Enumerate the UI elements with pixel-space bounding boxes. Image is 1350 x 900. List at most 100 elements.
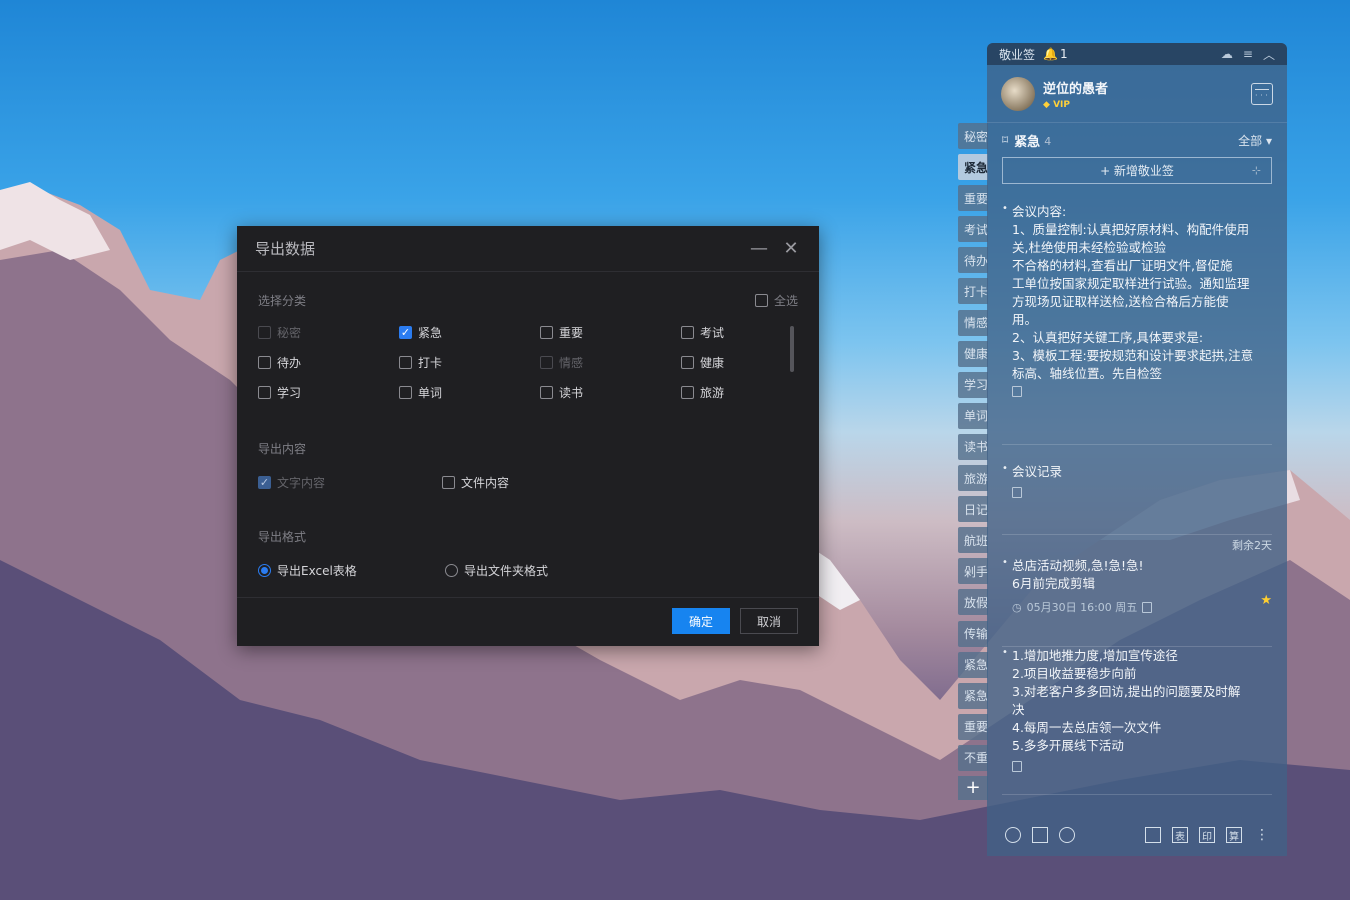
side-tab-item[interactable]: 待办 [958,247,988,274]
format-option-radio[interactable]: 导出文件夹格式 [445,562,632,578]
calendar-icon[interactable] [1251,83,1273,105]
note-meta [1012,386,1272,397]
new-note-button[interactable]: + 新增敬业签 ⊹ [1002,157,1272,184]
panel-bottom-toolbar: 表 印 算 ⋮ [987,814,1287,856]
side-tab-item[interactable]: 传输 [958,620,988,647]
checkbox-box[interactable] [681,325,694,339]
checkbox-box[interactable] [681,385,694,399]
print-tool-icon[interactable]: 印 [1199,827,1215,843]
category-checkbox[interactable]: 待办 [258,354,399,370]
menu-icon[interactable]: ≡ [1243,47,1253,61]
export-data-dialog: 导出数据 — ✕ 选择分类 全选 秘密 ✓ 紧急 重要 考试 待办 打卡 情感 健康 学习 单词 读书… [237,226,819,646]
category-checkbox[interactable]: 单词 [399,384,540,400]
category-label: 考试 [700,325,725,340]
checkbox-box[interactable] [258,355,271,369]
side-tab-item[interactable]: 重要 [958,185,988,212]
category-checkbox: 秘密 [258,324,399,340]
note-item[interactable]: 会议内容: 1、质量控制:认真把好原材料、构配件使用关,杜绝使用未经检验或检验不合… [1002,203,1272,445]
note-item[interactable]: 会议记录 [1002,463,1272,535]
side-tab-item[interactable]: 秘密 [958,123,988,149]
side-tab-item[interactable]: 情感 [958,309,988,336]
category-checkbox[interactable]: 考试 [681,324,768,340]
attachment-icon [1012,761,1022,772]
bell-icon[interactable]: 🔔 [1043,47,1058,61]
more-icon[interactable]: ⋮ [1255,827,1269,843]
category-checkbox[interactable]: 读书 [540,384,681,400]
calc-tool-icon[interactable]: 算 [1226,827,1242,843]
filter-dropdown[interactable]: 全部 ▾ [1238,132,1272,149]
checkbox-box[interactable]: ✓ [399,325,412,339]
add-category-button[interactable]: + [958,775,988,800]
checkbox-box[interactable] [540,385,553,399]
search-icon[interactable] [1059,827,1075,843]
category-scrollbar[interactable] [790,326,794,372]
checkbox-icon[interactable] [1032,827,1048,843]
side-tab-item[interactable]: 紧急 [958,682,988,709]
note-text-line: 决 [1012,702,1025,717]
cloud-icon[interactable]: ☁ [1221,47,1233,61]
category-checkbox[interactable]: 旅游 [681,384,768,400]
checkbox-box[interactable] [442,475,455,489]
note-text-line: 4.每周一去总店领一次文件 [1012,720,1162,735]
category-checkbox[interactable]: 健康 [681,354,768,370]
side-tab-item[interactable]: 学习 [958,371,988,398]
add-tool-icon[interactable] [1145,827,1161,843]
clock-icon: ◷ [1012,600,1022,614]
dialog-header: 导出数据 — ✕ [237,226,819,272]
notification-count: 1 [1059,47,1068,61]
note-text-line: 会议内容: [1012,204,1067,219]
side-tab-item[interactable]: 不重 [958,744,988,771]
note-text-line: 方现场见证取样送检,送检合格后方能使 [1012,294,1229,309]
note-item[interactable]: 1.增加地推力度,增加宣传途径 2.项目收益要稳步向前 3.对老客户多多回访,提出的… [1002,647,1272,795]
close-icon[interactable]: ✕ [781,238,801,259]
avatar[interactable] [1001,76,1035,111]
note-text-line: 总店活动视频,急!急!急! [1012,558,1144,573]
checkbox-box[interactable] [399,355,412,369]
content-option-checkbox[interactable]: 文件内容 [442,474,626,490]
category-label: 读书 [559,385,584,400]
remaining-days-label: 剩余2天 [1232,539,1272,552]
side-tab-item[interactable]: 紧急 [958,651,988,678]
confirm-button[interactable]: 确定 [672,608,730,634]
checkbox-box[interactable] [754,294,768,307]
side-tab-item[interactable]: 剁手 [958,558,988,585]
format-option-radio[interactable]: 导出Excel表格 [258,562,445,578]
pin-icon[interactable]: ⊹ [1252,164,1261,177]
side-tab-item[interactable]: 单词 [958,402,988,429]
side-tab-item[interactable]: 日记 [958,496,988,523]
attachment-icon [1012,386,1022,397]
collapse-icon[interactable]: ︿ [1263,46,1275,63]
radio-button[interactable] [258,563,271,577]
side-tab-item[interactable]: 紧急 [958,154,988,181]
checkbox-box[interactable] [681,355,694,369]
clock-icon[interactable] [1005,827,1021,843]
side-tab-item[interactable]: 打卡 [958,278,988,305]
content-option-label: 文件内容 [461,475,510,490]
category-checkbox[interactable]: 学习 [258,384,399,400]
side-tab-item[interactable]: 读书 [958,433,988,460]
side-tab-item[interactable]: 旅游 [958,465,988,492]
checkbox-box[interactable] [258,385,271,399]
reminder-time: 05月30日 16:00 周五 [1026,601,1138,614]
category-label: 单词 [418,385,443,400]
category-checkbox[interactable]: ✓ 紧急 [399,324,540,340]
category-checkbox[interactable]: 重要 [540,324,681,340]
select-all-checkbox[interactable]: 全选 [754,292,798,309]
side-tab-item[interactable]: 重要 [958,713,988,740]
side-tab-item[interactable]: 航班 [958,527,988,554]
minimize-icon[interactable]: — [749,238,769,259]
side-tab-item[interactable]: 健康 [958,340,988,367]
checkbox-box[interactable] [399,385,412,399]
cancel-button[interactable]: 取消 [740,608,798,634]
checkbox-box[interactable] [540,325,553,339]
new-note-label: + 新增敬业签 [1100,164,1174,178]
category-checkbox[interactable]: 打卡 [399,354,540,370]
vip-badge: ◆ VIP [1043,100,1108,110]
note-item[interactable]: 剩余2天 ★ 总店活动视频,急!急!急! 6月前完成剪辑 ◷ 05月30日 16:00 周… [1002,539,1272,647]
side-tab-item[interactable]: 考试 [958,216,988,243]
radio-button[interactable] [445,563,458,577]
star-icon[interactable]: ★ [1260,593,1272,608]
table-tool-icon[interactable]: 表 [1172,827,1188,843]
side-tab-item[interactable]: 放假 [958,589,988,616]
note-body: 会议记录 [1012,463,1272,481]
